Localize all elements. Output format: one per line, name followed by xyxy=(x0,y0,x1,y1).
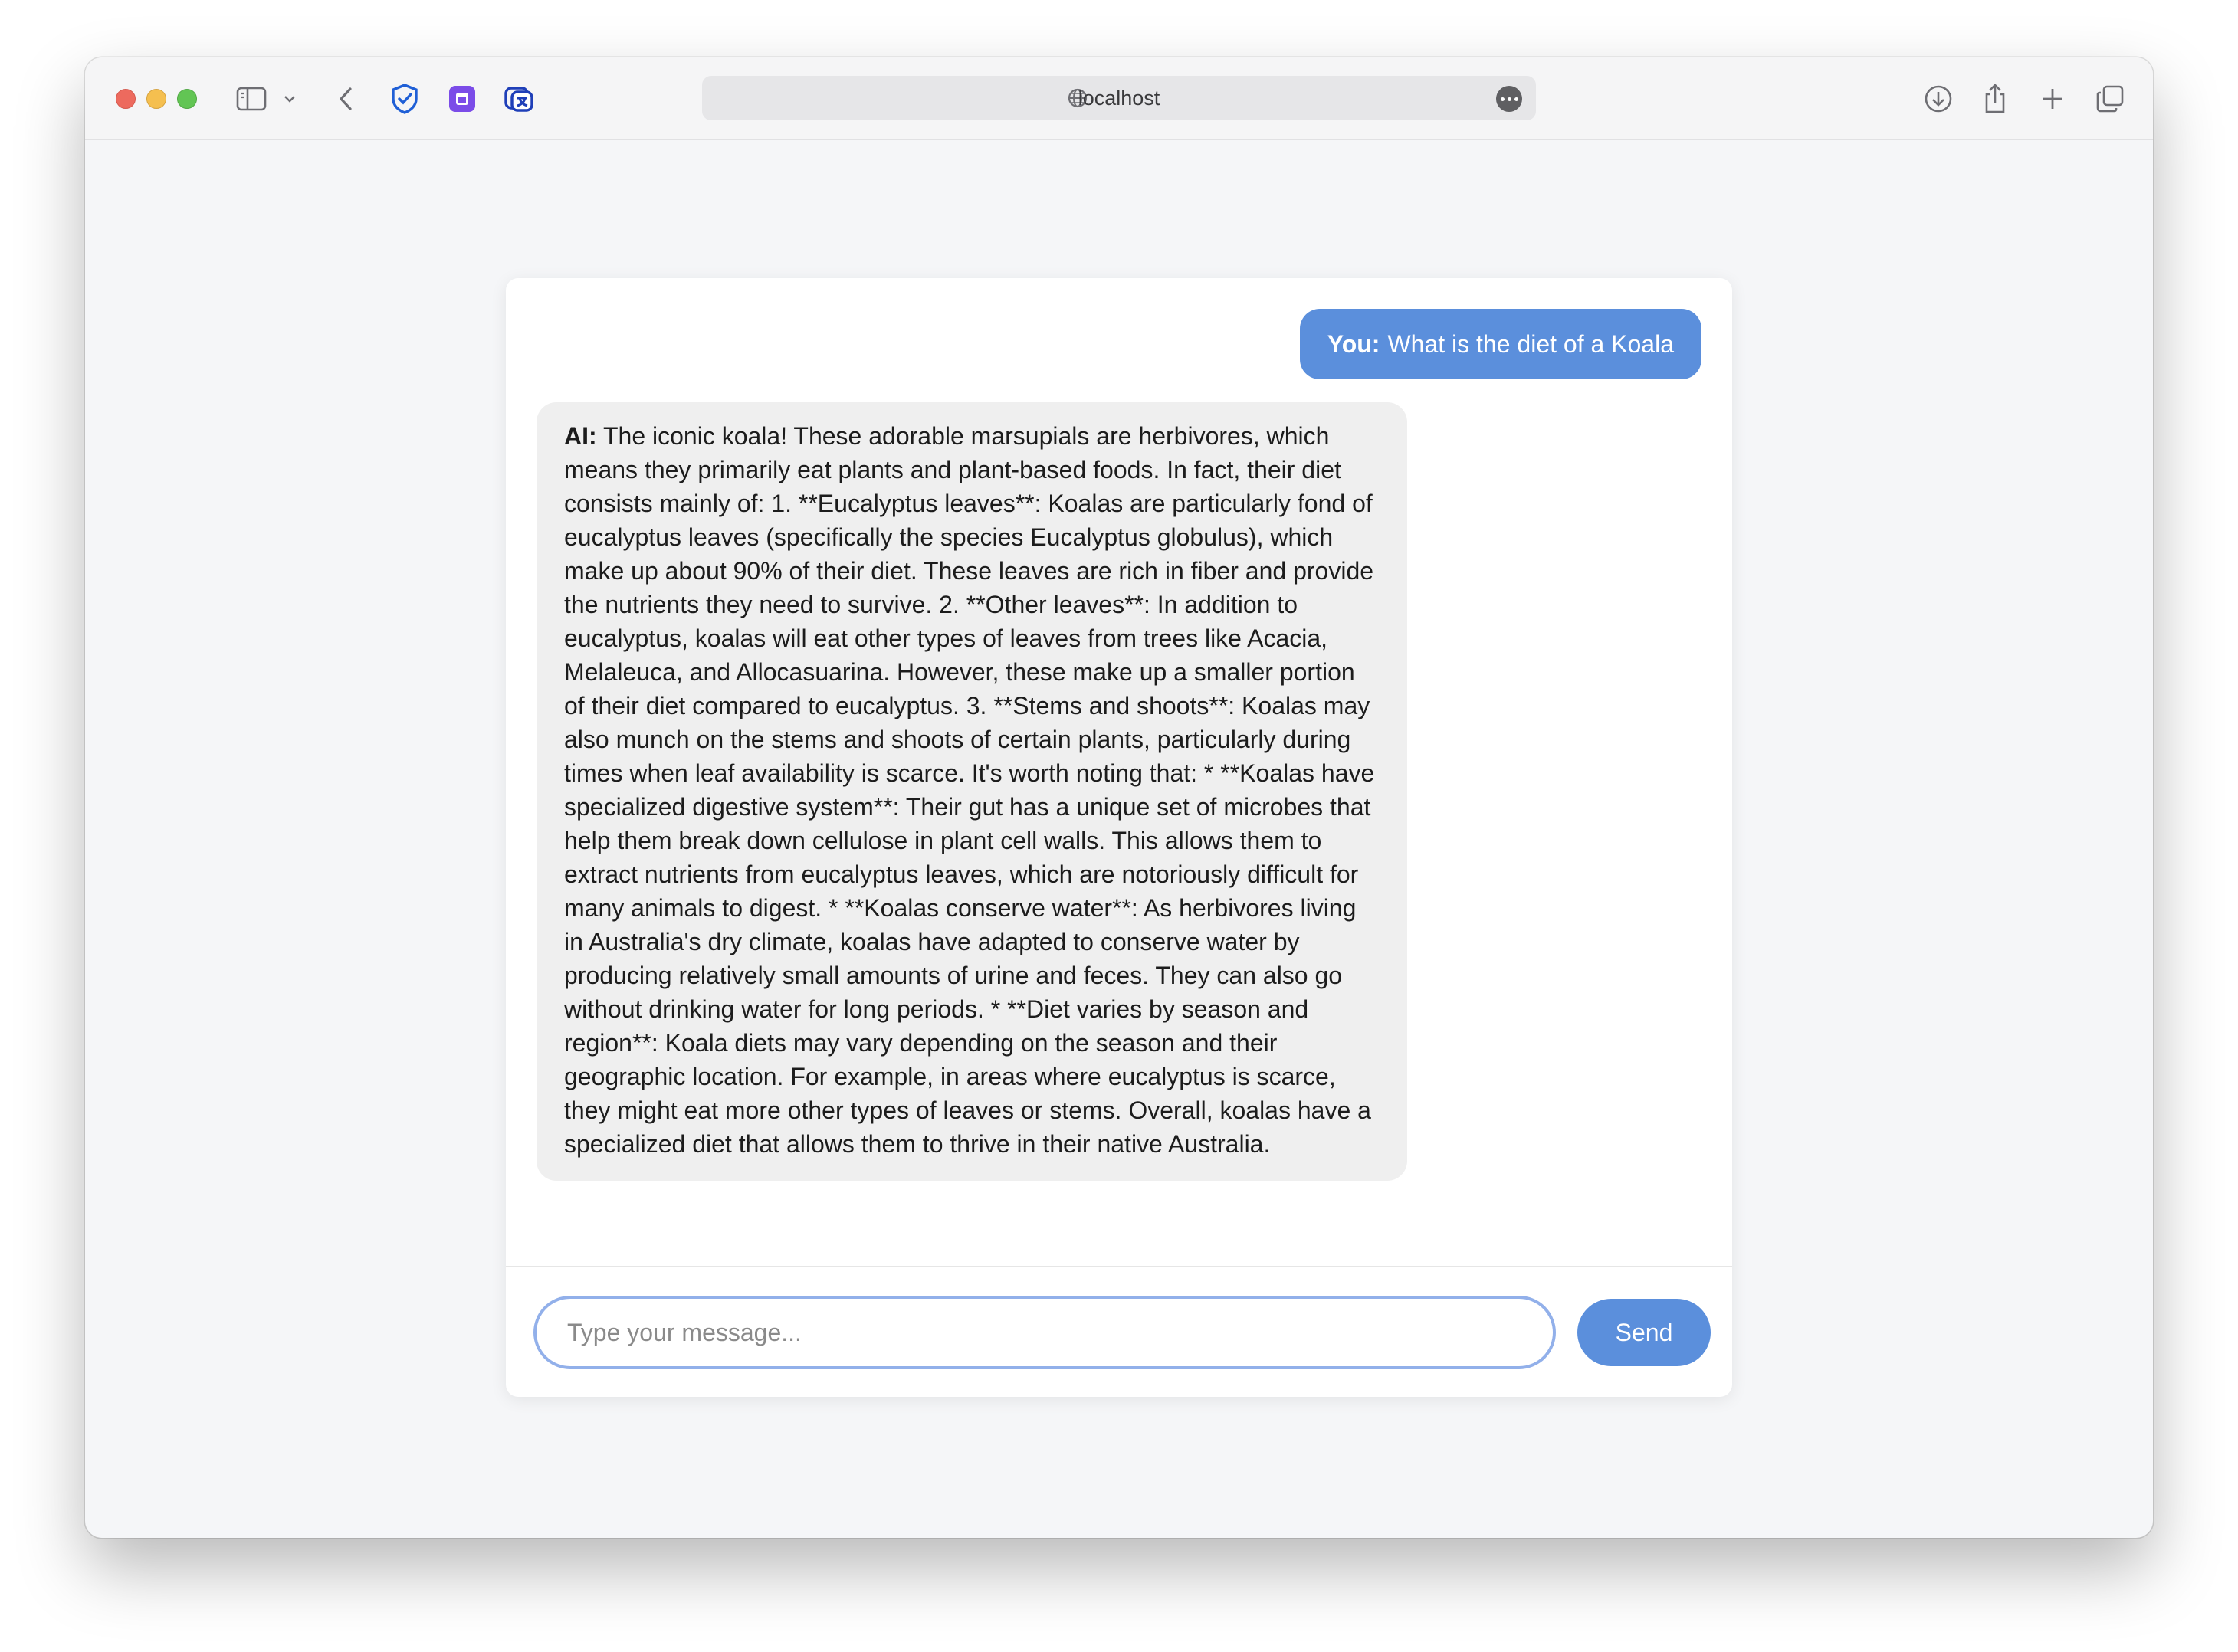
new-tab-icon[interactable] xyxy=(2036,82,2069,116)
minimize-window-button[interactable] xyxy=(146,89,166,109)
calendar-extension-icon[interactable] xyxy=(445,82,479,116)
address-bar[interactable]: localhost xyxy=(702,76,1536,120)
input-divider xyxy=(506,1266,1732,1267)
tabs-overview-icon[interactable] xyxy=(2093,82,2127,116)
url-text: localhost xyxy=(1078,86,1160,110)
ai-speaker-label: AI: xyxy=(564,422,597,450)
back-icon[interactable] xyxy=(334,82,357,116)
message-list: You: What is the diet of a Koala AI: The… xyxy=(506,278,1732,1267)
message-input[interactable] xyxy=(533,1296,1556,1369)
user-speaker-label: You: xyxy=(1327,329,1380,358)
send-button[interactable]: Send xyxy=(1577,1299,1711,1366)
download-icon[interactable] xyxy=(1921,82,1955,116)
sidebar-toggle-icon[interactable] xyxy=(235,82,268,116)
user-message-text: What is the diet of a Koala xyxy=(1387,329,1674,358)
chat-container: You: What is the diet of a Koala AI: The… xyxy=(506,278,1732,1397)
zoom-window-button[interactable] xyxy=(177,89,197,109)
translate-extension-icon[interactable] xyxy=(502,82,536,116)
user-message: You: What is the diet of a Koala xyxy=(1299,309,1701,379)
ai-message-text: The iconic koala! These adorable marsupi… xyxy=(564,422,1375,1158)
shield-extension-icon[interactable] xyxy=(388,82,422,116)
ai-message: AI: The iconic koala! These adorable mar… xyxy=(537,402,1407,1181)
chevron-down-icon[interactable] xyxy=(282,82,297,116)
more-icon[interactable] xyxy=(1496,86,1522,112)
browser-window: localhost You: What is the diet of a Koa… xyxy=(85,57,2153,1538)
close-window-button[interactable] xyxy=(116,89,136,109)
share-icon[interactable] xyxy=(1978,82,2012,116)
browser-toolbar: localhost xyxy=(85,57,2153,140)
